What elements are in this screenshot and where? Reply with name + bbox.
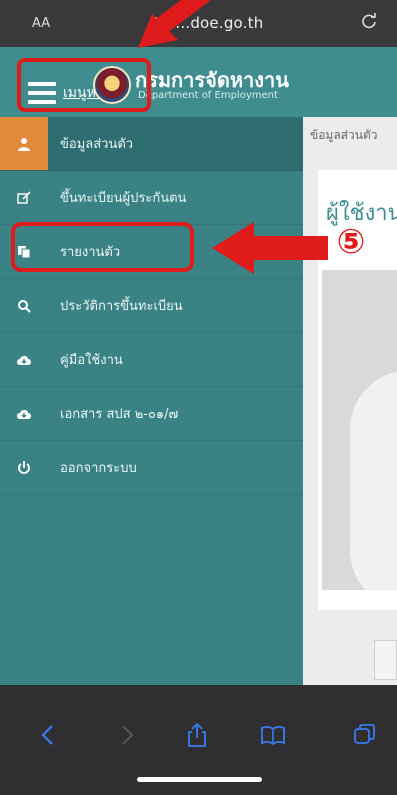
- bookmarks-icon[interactable]: [260, 722, 286, 748]
- report-highlight-box: [11, 222, 194, 272]
- sidebar-item-label: ข้อมูลส่วนตัว: [60, 137, 134, 152]
- sidebar-item-documents[interactable]: เอกสาร สปส ๒-๐๑/๗: [0, 387, 303, 441]
- reload-icon[interactable]: [360, 12, 378, 30]
- arrow-down-icon: [138, 0, 211, 48]
- sidebar-item-label: ขึ้นทะเบียนผู้ประกันตน: [60, 191, 187, 206]
- sidebar-item-logout[interactable]: ออกจากระบบ: [0, 441, 303, 495]
- sidebar-item-label: เอกสาร สปส ๒-๐๑/๗: [60, 407, 179, 422]
- sidebar-item-history[interactable]: ประวัติการขึ้นทะเบียน: [0, 279, 303, 333]
- user-icon: [0, 117, 48, 170]
- share-icon[interactable]: [184, 722, 210, 748]
- sidebar-menu: ข้อมูลส่วนตัว ขึ้นทะเบียนผู้ประกันตน ราย…: [0, 117, 303, 685]
- home-indicator: [137, 777, 262, 782]
- content-button[interactable]: [374, 640, 397, 680]
- sidebar-item-register[interactable]: ขึ้นทะเบียนผู้ประกันตน: [0, 171, 303, 225]
- sidebar-item-label: คู่มือใช้งาน: [60, 353, 123, 368]
- back-icon[interactable]: [36, 722, 62, 748]
- text-size-button[interactable]: AA: [32, 16, 50, 31]
- cloud-download-icon: [0, 387, 48, 440]
- arrow-left-icon: [212, 222, 328, 274]
- profile-photo-placeholder: [322, 270, 397, 590]
- menu-highlight-box: [17, 58, 151, 112]
- edit-icon: [0, 171, 48, 224]
- sidebar-item-label: ประวัติการขึ้นทะเบียน: [60, 299, 183, 314]
- forward-icon[interactable]: [113, 722, 139, 748]
- sidebar-item-manual[interactable]: คู่มือใช้งาน: [0, 333, 303, 387]
- sidebar-item-label: ออกจากระบบ: [60, 461, 137, 476]
- search-icon: [0, 279, 48, 332]
- cloud-download-icon: [0, 333, 48, 386]
- site-subtitle: Department of Employment: [138, 90, 278, 101]
- power-icon: [0, 441, 48, 494]
- tabs-icon[interactable]: [352, 722, 378, 748]
- sidebar-item-profile[interactable]: ข้อมูลส่วนตัว: [0, 117, 303, 171]
- step-number-badge: ⑤: [336, 222, 366, 262]
- breadcrumb[interactable]: ข้อมูลส่วนตัว: [310, 126, 397, 145]
